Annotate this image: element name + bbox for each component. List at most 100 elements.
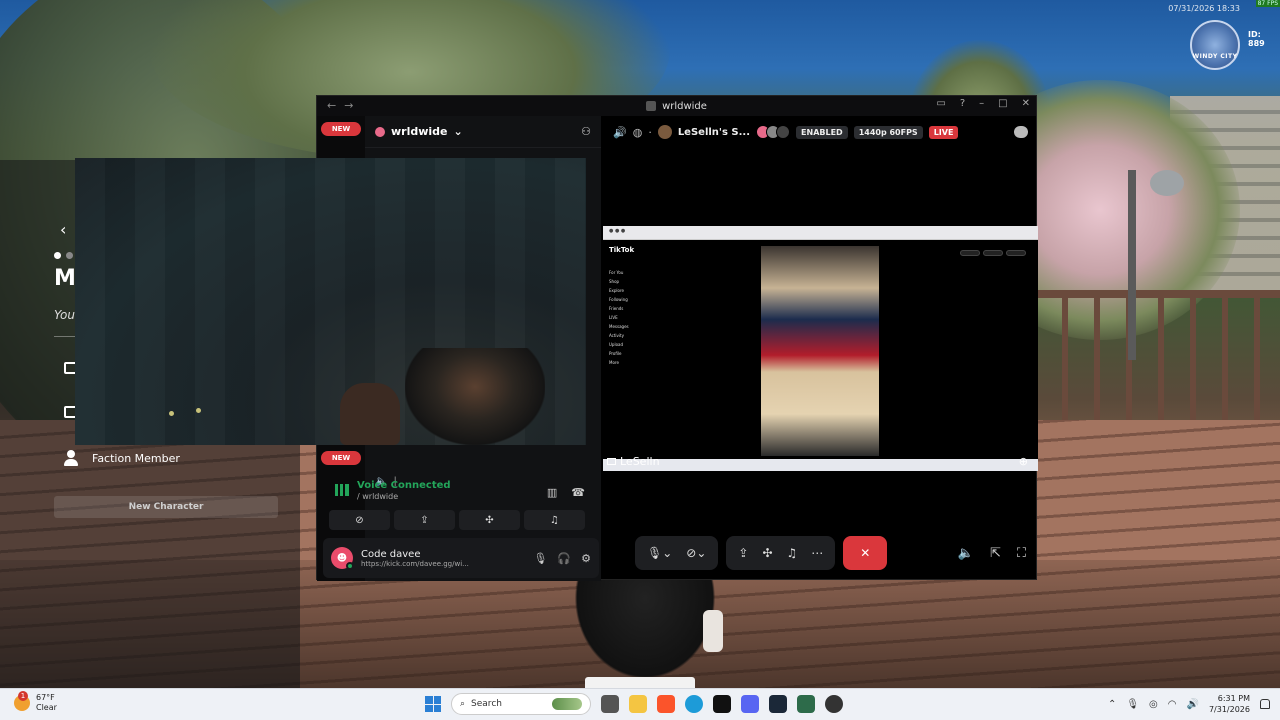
user-panel: ☻ Code davee https://kick.com/davee.gg/w… [323, 538, 599, 578]
camera-off-icon[interactable]: ⊘⌄ [686, 546, 706, 560]
server-icon [375, 126, 385, 137]
voice-status-panel: Voice Connected / wrldwide ▥ ☎ ⊘ ⇪ ✣ ♫ [325, 474, 599, 536]
chevron-down-icon: ⌄ [453, 125, 463, 138]
voice-connected-label[interactable]: Voice Connected [357, 480, 451, 491]
tiktok-video [761, 246, 879, 456]
leave-call-button[interactable]: ✕ [843, 536, 888, 570]
task-view-icon[interactable] [601, 695, 619, 713]
windows-taskbar: 1 67°F Clear ⌕ Search ⌃ 🎙 ◎ ◠ 🔊 6:31 PM … [0, 688, 1280, 720]
more-icon[interactable]: ⋯ [811, 546, 823, 560]
chat-icon[interactable] [1014, 126, 1028, 138]
person [405, 348, 545, 445]
minimize-button[interactable]: – [979, 98, 984, 109]
inbox-icon[interactable]: ▭ [936, 98, 945, 109]
taskbar-search[interactable]: ⌕ Search [451, 693, 591, 715]
edge-icon[interactable] [685, 695, 703, 713]
tiktok-page: TikTok For You Shop Explore Following Fr… [603, 240, 1038, 459]
live-badge: LIVE [928, 125, 959, 139]
hand [340, 383, 400, 445]
noise-suppression-icon[interactable]: ▥ [547, 486, 557, 499]
network-icon[interactable]: ◎ [1149, 699, 1158, 710]
voice-channel-label[interactable]: / wrldwide [357, 492, 451, 501]
discord-icon[interactable] [741, 695, 759, 713]
server-name: wrldwide [391, 125, 448, 138]
taskbar-clock[interactable]: 6:31 PM 7/31/2026 [1209, 693, 1250, 715]
activities-button[interactable]: ✣ [459, 510, 520, 530]
faction-member-row[interactable]: Faction Member [64, 450, 180, 466]
stream-video[interactable]: ● ● ● TikTok For You Shop Explore Follow… [603, 226, 1038, 471]
player-character [565, 575, 725, 688]
chevron-up-icon[interactable]: ⌃ [1108, 699, 1116, 710]
gear-icon[interactable]: ⚙ [581, 552, 591, 565]
headphones-icon[interactable]: 🎧 [557, 552, 571, 565]
tiktok-nav: For You Shop Explore Following Friends L… [609, 270, 629, 365]
share-screen-button[interactable]: ⇪ [394, 510, 455, 530]
call-controls: 🎙⌄ ⊘⌄ ⇪ ✣ ♫ ⋯ ✕ [635, 536, 888, 570]
soundboard-icon[interactable]: ♫ [787, 546, 798, 560]
stream-header: 🔊 ◍ · LeSelln's S... ENABLED 1440p 60FPS… [603, 116, 1038, 148]
disconnect-icon[interactable]: ☎ [571, 486, 585, 499]
stream-label: LeSelln [607, 455, 660, 468]
popout-icon[interactable]: ⇱ [990, 546, 1001, 561]
brave-icon[interactable] [657, 695, 675, 713]
fps-counter: 87 FPS [1255, 0, 1280, 7]
app-icon[interactable] [825, 695, 843, 713]
activities-icon[interactable]: ✣ [762, 546, 772, 560]
file-explorer-icon[interactable] [629, 695, 647, 713]
nav-arrows[interactable]: ←→ [327, 99, 361, 112]
weather-condition: Clear [36, 703, 57, 712]
window-title: wrldwide [662, 100, 707, 112]
new-badge[interactable]: NEW [321, 122, 361, 136]
notification-icon[interactable] [1260, 699, 1270, 709]
microphone-icon[interactable]: 🎙⌄ [647, 546, 672, 560]
enabled-badge[interactable]: ENABLED [796, 125, 848, 139]
new-badge[interactable]: NEW [321, 451, 361, 465]
maximize-button[interactable]: □ [998, 98, 1007, 109]
search-icon: ⌕ [460, 699, 466, 709]
share-screen-icon[interactable]: ⇪ [738, 546, 748, 560]
terminal-icon[interactable] [797, 695, 815, 713]
temperature: 67°F [36, 693, 55, 702]
person-icon [64, 450, 78, 466]
help-icon[interactable]: ? [960, 98, 965, 109]
username[interactable]: Code davee [361, 549, 469, 560]
microphone-icon[interactable]: 🎙 [533, 552, 547, 565]
webcam-overlay[interactable] [75, 158, 586, 445]
streamer-avatar [657, 125, 672, 139]
back-arrow-icon[interactable]: ‹ [60, 220, 66, 239]
server-icon [646, 101, 657, 111]
server-logo: WINDY CITY [1190, 20, 1240, 70]
custom-status: https://kick.com/davee.gg/wi... [361, 559, 469, 568]
street-lamp [1128, 170, 1136, 360]
voice-icon[interactable]: 🔊 [613, 126, 627, 139]
weather-icon: 1 [14, 691, 30, 711]
browser-bar: ● ● ● [603, 226, 1038, 240]
microphone-tray-icon[interactable]: 🎙 [1126, 699, 1139, 710]
server-header[interactable]: wrldwide ⌄ ⚇ [365, 116, 601, 148]
avatar[interactable]: ☻ [331, 547, 354, 570]
globe-icon[interactable]: ◍ [633, 126, 643, 139]
speaker-tray-icon[interactable]: 🔊 [1187, 699, 1199, 710]
volume-icon[interactable]: 🔈 [958, 546, 974, 561]
weather-widget[interactable]: 1 67°F Clear [14, 691, 57, 713]
new-character-button[interactable]: New Character [54, 496, 278, 518]
title-bar: ←→ wrldwide ▭ ? – □ ✕ [317, 96, 1036, 116]
zoom-icon[interactable]: ⊕ [1019, 455, 1028, 468]
game-prompt-box [585, 677, 695, 688]
soundboard-button[interactable]: ♫ [524, 510, 585, 530]
menu-subtitle: You [54, 308, 75, 322]
page-dots [54, 252, 73, 259]
game-app-icon[interactable] [713, 695, 731, 713]
windows-start-icon[interactable] [425, 696, 441, 712]
viewer-avatars[interactable] [756, 125, 791, 139]
wifi-icon[interactable]: ◠ [1168, 699, 1177, 710]
steam-icon[interactable] [769, 695, 787, 713]
hud-datetime: 07/31/2026 18:33 [1168, 4, 1240, 13]
fullscreen-icon[interactable]: ⛶ [1017, 546, 1026, 561]
signal-icon [335, 484, 349, 496]
invite-icon[interactable]: ⚇ [581, 125, 591, 138]
streamer-name[interactable]: LeSelln's S... [678, 127, 750, 138]
quality-badge[interactable]: 1440p 60FPS [853, 125, 923, 139]
camera-off-button[interactable]: ⊘ [329, 510, 390, 530]
close-button[interactable]: ✕ [1022, 98, 1030, 109]
